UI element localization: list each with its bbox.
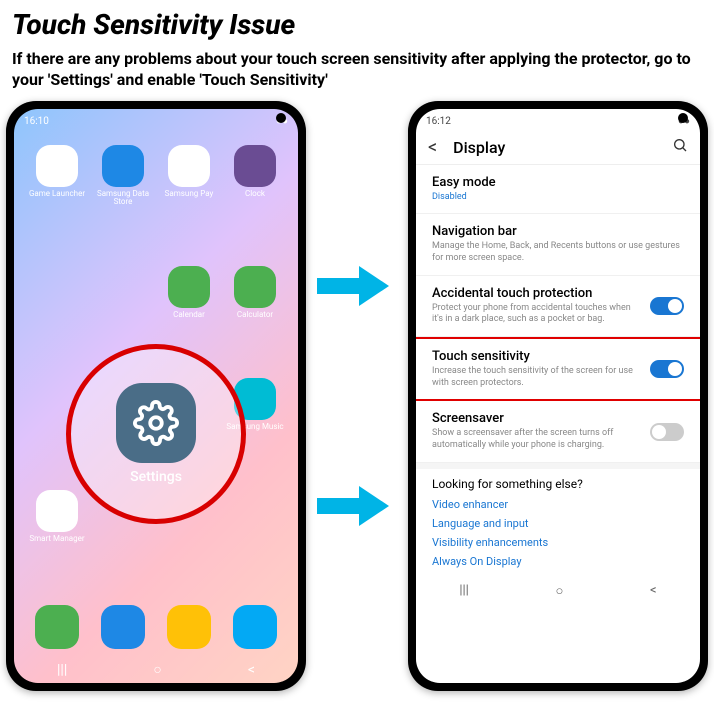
link-always-on-display[interactable]: Always On Display xyxy=(432,552,684,571)
setting-subtitle: Disabled xyxy=(432,192,684,204)
toggle[interactable] xyxy=(650,297,684,315)
home-screen: 16:10 ●● Game Launcher Samsung Data Store… xyxy=(14,109,298,683)
app-label: Clock xyxy=(245,190,265,199)
screen-title: Display xyxy=(453,138,656,157)
phones-row: 16:10 ●● Game Launcher Samsung Data Store… xyxy=(0,101,714,691)
status-time: 16:12 xyxy=(426,116,451,127)
setting-subtitle: Show a screensaver after the screen turn… xyxy=(432,428,640,451)
app-samsung-pay[interactable]: Samsung Pay xyxy=(156,145,222,260)
app-label: Calculator xyxy=(237,311,273,320)
app-icon xyxy=(102,145,144,187)
status-bar: 16:10 ●● xyxy=(14,109,298,131)
app-label: Samsung Pay xyxy=(165,190,214,199)
page-subtitle: If there are any problems about your tou… xyxy=(0,45,714,101)
page-title: Touch Sensitivity Issue xyxy=(0,0,714,45)
display-header: < Display xyxy=(416,131,700,165)
link-video-enhancer[interactable]: Video enhancer xyxy=(432,495,684,514)
dock-app[interactable] xyxy=(233,605,277,649)
setting-title: Accidental touch protection xyxy=(432,286,640,301)
setting-accidental-touch-protection[interactable]: Accidental touch protection Protect your … xyxy=(416,276,700,337)
app-label: Smart Manager xyxy=(29,535,84,544)
camera-hole xyxy=(276,113,286,123)
nav-home-icon[interactable]: ○ xyxy=(153,661,161,678)
app-calculator[interactable]: Calculator xyxy=(222,266,288,372)
setting-title: Navigation bar xyxy=(432,224,684,239)
app-icon xyxy=(36,145,78,187)
link-language-and-input[interactable]: Language and input xyxy=(432,514,684,533)
setting-title: Touch sensitivity xyxy=(432,349,640,364)
setting-subtitle: Protect your phone from accidental touch… xyxy=(432,303,640,326)
app-label: Calendar xyxy=(173,311,205,320)
nav-recent-icon[interactable]: ||| xyxy=(459,583,469,598)
looking-heading: Looking for something else? xyxy=(416,469,700,495)
app-smart-manager[interactable]: Smart Manager xyxy=(24,490,90,596)
setting-subtitle: Manage the Home, Back, and Recents butto… xyxy=(432,241,684,264)
nav-bar: ||| ○ < xyxy=(416,579,700,603)
dock-app[interactable] xyxy=(35,605,79,649)
setting-title: Easy mode xyxy=(432,175,684,190)
link-visibility-enhancements[interactable]: Visibility enhancements xyxy=(432,533,684,552)
setting-touch-sensitivity[interactable]: Touch sensitivity Increase the touch sens… xyxy=(416,337,700,401)
app-icon xyxy=(36,490,78,532)
nav-bar: ||| ○ < xyxy=(14,657,298,683)
phone-display-settings: 16:12 ●● < Display Easy mode Disabled Navi… xyxy=(408,101,708,691)
nav-recent-icon[interactable]: ||| xyxy=(57,662,67,678)
app-icon xyxy=(168,266,210,308)
setting-screensaver[interactable]: Screensaver Show a screensaver after the … xyxy=(416,401,700,462)
links-list: Video enhancerLanguage and inputVisibili… xyxy=(416,495,700,579)
search-icon[interactable] xyxy=(672,137,688,157)
setting-navigation-bar[interactable]: Navigation bar Manage the Home, Back, and… xyxy=(416,214,700,275)
dock xyxy=(14,597,298,657)
app-icon xyxy=(234,145,276,187)
app-icon xyxy=(168,145,210,187)
app-icon xyxy=(234,266,276,308)
status-bar: 16:12 ●● xyxy=(416,109,700,131)
dock-app[interactable] xyxy=(101,605,145,649)
phone-home: 16:10 ●● Game Launcher Samsung Data Store… xyxy=(6,101,306,691)
app-label: Game Launcher xyxy=(29,190,85,199)
app-samsung-data-store[interactable]: Samsung Data Store xyxy=(90,145,156,260)
toggle[interactable] xyxy=(650,423,684,441)
app-game-launcher[interactable]: Game Launcher xyxy=(24,145,90,260)
dock-app[interactable] xyxy=(167,605,211,649)
nav-back-icon[interactable]: < xyxy=(650,583,657,598)
arrow-icon xyxy=(317,266,397,306)
app-clock[interactable]: Clock xyxy=(222,145,288,260)
arrows xyxy=(317,266,397,526)
nav-home-icon[interactable]: ○ xyxy=(556,583,564,599)
back-icon[interactable]: < xyxy=(428,137,437,158)
settings-icon[interactable] xyxy=(116,383,196,463)
toggle[interactable] xyxy=(650,360,684,378)
status-time: 16:10 xyxy=(24,116,49,127)
arrow-icon xyxy=(317,486,397,526)
settings-highlight-circle: Settings xyxy=(66,344,246,524)
display-settings-screen: 16:12 ●● < Display Easy mode Disabled Navi… xyxy=(416,109,700,683)
nav-back-icon[interactable]: < xyxy=(248,662,255,678)
camera-hole xyxy=(678,113,688,123)
settings-label: Settings xyxy=(130,469,182,485)
setting-easy-mode[interactable]: Easy mode Disabled xyxy=(416,165,700,215)
setting-title: Screensaver xyxy=(432,411,640,426)
app-label: Samsung Data Store xyxy=(94,190,152,208)
settings-list: Easy mode Disabled Navigation bar Manage th… xyxy=(416,165,700,463)
setting-subtitle: Increase the touch sensitivity of the sc… xyxy=(432,366,640,389)
